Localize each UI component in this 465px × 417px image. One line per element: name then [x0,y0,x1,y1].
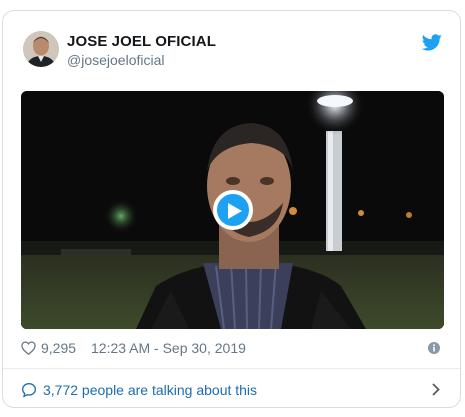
chevron-right-icon [432,383,440,396]
twitter-bird-icon[interactable] [422,34,442,51]
avatar-image [23,31,59,67]
video-player[interactable] [21,91,444,329]
talking-about-text: 3,772 people are talking about this [43,382,258,398]
user-handle[interactable]: @josejoeloficial [67,52,164,68]
tweet-meta: 9,295 12:23 AM - Sep 30, 2019 [21,337,442,361]
display-name[interactable]: JOSE JOEL OFICIAL [67,33,216,50]
play-icon [228,203,242,219]
play-button[interactable] [213,190,253,230]
divider [3,368,460,369]
speech-bubble-icon [21,382,37,398]
tweet-timestamp[interactable]: 12:23 AM - Sep 30, 2019 [91,340,246,356]
avatar[interactable] [23,31,59,67]
tweet-card: JOSE JOEL OFICIAL @josejoeloficial 9,295… [2,10,461,408]
info-icon[interactable] [428,342,440,354]
tweet-header: JOSE JOEL OFICIAL @josejoeloficial [3,11,460,86]
like-count: 9,295 [41,340,77,356]
heart-icon [21,341,36,355]
talking-about-link[interactable]: 3,772 people are talking about this [21,378,442,402]
like-button[interactable]: 9,295 [21,340,76,356]
